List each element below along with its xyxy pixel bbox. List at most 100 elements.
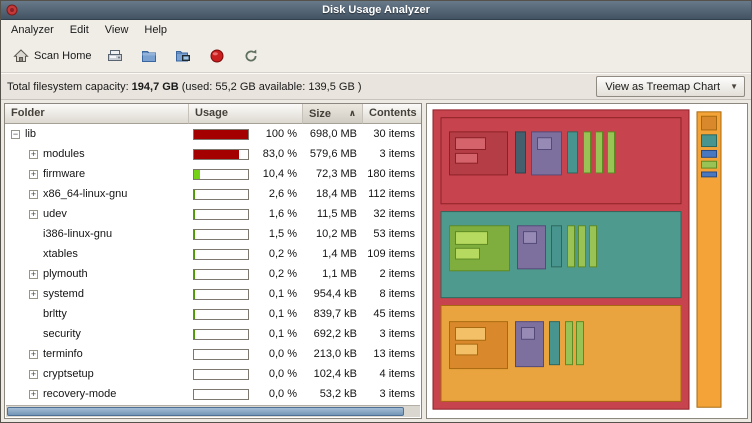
folder-cell: + recovery-mode xyxy=(5,388,189,400)
usage-percent: 0,1 % xyxy=(269,288,297,300)
folder-name: udev xyxy=(43,208,67,220)
title-bar[interactable]: Disk Usage Analyzer xyxy=(1,1,751,20)
table-row[interactable]: + recovery-mode 0,0 % 53,2 kB 3 items xyxy=(5,384,421,404)
size-value: 11,5 MB xyxy=(303,208,363,220)
usage-bar-fill xyxy=(194,130,248,139)
folder-cell: − lib xyxy=(5,128,189,140)
column-header-usage[interactable]: Usage xyxy=(189,104,303,124)
expander-icon[interactable]: − xyxy=(11,130,20,139)
horizontal-scrollbar[interactable] xyxy=(6,405,420,417)
contents-value: 30 items xyxy=(363,128,421,140)
contents-value: 3 items xyxy=(363,328,421,340)
usage-percent: 0,0 % xyxy=(269,368,297,380)
capacity-detail: (used: 55,2 GB available: 139,5 GB ) xyxy=(182,81,362,93)
expander-icon[interactable]: + xyxy=(29,390,38,399)
expander-icon[interactable]: + xyxy=(29,150,38,159)
size-value: 839,7 kB xyxy=(303,308,363,320)
contents-value: 53 items xyxy=(363,228,421,240)
table-row[interactable]: + udev 1,6 % 11,5 MB 32 items xyxy=(5,204,421,224)
expander-icon[interactable]: + xyxy=(29,290,38,299)
table-row[interactable]: + systemd 0,1 % 954,4 kB 8 items xyxy=(5,284,421,304)
scan-remote-folder-button[interactable] xyxy=(167,42,199,70)
scan-home-button[interactable]: Scan Home xyxy=(5,42,99,70)
menu-help[interactable]: Help xyxy=(136,21,175,39)
treemap-chart[interactable] xyxy=(427,104,747,418)
app-icon xyxy=(6,4,18,16)
usage-cell: 83,0 % xyxy=(189,148,303,160)
table-row[interactable]: xtables 0,2 % 1,4 MB 109 items xyxy=(5,244,421,264)
menu-analyzer[interactable]: Analyzer xyxy=(3,21,62,39)
view-mode-dropdown[interactable]: View as Treemap Chart ▼ xyxy=(596,76,745,97)
expander-icon[interactable]: + xyxy=(29,190,38,199)
folder-name: cryptsetup xyxy=(43,368,94,380)
contents-value: 13 items xyxy=(363,348,421,360)
expander-icon[interactable]: + xyxy=(29,170,38,179)
usage-bar-fill xyxy=(194,330,195,339)
table-row[interactable]: − lib 100 % 698,0 MB 30 items xyxy=(5,124,421,144)
stop-button[interactable] xyxy=(201,42,233,70)
scan-folder-button[interactable] xyxy=(133,42,165,70)
table-row[interactable]: brltty 0,1 % 839,7 kB 45 items xyxy=(5,304,421,324)
expander-icon[interactable]: + xyxy=(29,210,38,219)
folder-name: modules xyxy=(43,148,85,160)
treemap-panel xyxy=(426,103,748,419)
folder-cell: + terminfo xyxy=(5,348,189,360)
table-row[interactable]: security 0,1 % 692,2 kB 3 items xyxy=(5,324,421,344)
refresh-button[interactable] xyxy=(235,42,267,70)
usage-bar-fill xyxy=(194,230,195,239)
usage-bar xyxy=(193,229,249,240)
usage-bar xyxy=(193,309,249,320)
size-value: 213,0 kB xyxy=(303,348,363,360)
table-row[interactable]: + cryptsetup 0,0 % 102,4 kB 4 items xyxy=(5,364,421,384)
window-title: Disk Usage Analyzer xyxy=(1,4,751,16)
disk-usage-analyzer-window: Disk Usage Analyzer AnalyzerEditViewHelp… xyxy=(0,0,752,423)
main-area: Folder Usage Size ∧ Contents − lib 100 %… xyxy=(1,100,751,422)
scrollbar-thumb[interactable] xyxy=(7,407,404,416)
usage-percent: 1,5 % xyxy=(269,228,297,240)
usage-cell: 0,0 % xyxy=(189,388,303,400)
column-header-size[interactable]: Size ∧ xyxy=(303,104,363,124)
expander-icon[interactable]: + xyxy=(29,350,38,359)
column-header-folder[interactable]: Folder xyxy=(5,104,189,124)
usage-cell: 100 % xyxy=(189,128,303,140)
stop-icon xyxy=(209,48,225,64)
contents-value: 109 items xyxy=(363,248,421,260)
table-row[interactable]: + firmware 10,4 % 72,3 MB 180 items xyxy=(5,164,421,184)
scan-filesystem-button[interactable] xyxy=(99,42,131,70)
usage-bar-fill xyxy=(194,190,195,199)
capacity-label: Total filesystem capacity: xyxy=(7,81,129,93)
menu-view[interactable]: View xyxy=(97,21,137,39)
usage-bar-fill xyxy=(194,250,195,259)
usage-bar xyxy=(193,249,249,260)
folder-name: security xyxy=(43,328,81,340)
usage-cell: 0,2 % xyxy=(189,248,303,260)
contents-value: 4 items xyxy=(363,368,421,380)
usage-cell: 0,1 % xyxy=(189,308,303,320)
folder-name: systemd xyxy=(43,288,84,300)
folder-cell: brltty xyxy=(5,308,189,320)
menu-edit[interactable]: Edit xyxy=(62,21,97,39)
size-value: 18,4 MB xyxy=(303,188,363,200)
table-row[interactable]: + modules 83,0 % 579,6 MB 3 items xyxy=(5,144,421,164)
usage-cell: 0,1 % xyxy=(189,288,303,300)
table-row[interactable]: + plymouth 0,2 % 1,1 MB 2 items xyxy=(5,264,421,284)
menu-bar: AnalyzerEditViewHelp xyxy=(1,20,751,40)
expander-icon[interactable]: + xyxy=(29,370,38,379)
usage-percent: 10,4 % xyxy=(263,168,297,180)
usage-bar xyxy=(193,349,249,360)
folder-cell: security xyxy=(5,328,189,340)
table-row[interactable]: + terminfo 0,0 % 213,0 kB 13 items xyxy=(5,344,421,364)
table-row[interactable]: i386-linux-gnu 1,5 % 10,2 MB 53 items xyxy=(5,224,421,244)
refresh-icon xyxy=(243,48,259,64)
size-value: 102,4 kB xyxy=(303,368,363,380)
folder-name: x86_64-linux-gnu xyxy=(43,188,127,200)
expander-icon[interactable]: + xyxy=(29,270,38,279)
usage-cell: 2,6 % xyxy=(189,188,303,200)
home-icon xyxy=(13,48,29,64)
contents-value: 45 items xyxy=(363,308,421,320)
folder-cell: + x86_64-linux-gnu xyxy=(5,188,189,200)
column-header-contents[interactable]: Contents xyxy=(363,104,421,124)
table-row[interactable]: + x86_64-linux-gnu 2,6 % 18,4 MB 112 ite… xyxy=(5,184,421,204)
info-bar: Total filesystem capacity: 194,7 GB (use… xyxy=(1,73,751,100)
usage-percent: 1,6 % xyxy=(269,208,297,220)
